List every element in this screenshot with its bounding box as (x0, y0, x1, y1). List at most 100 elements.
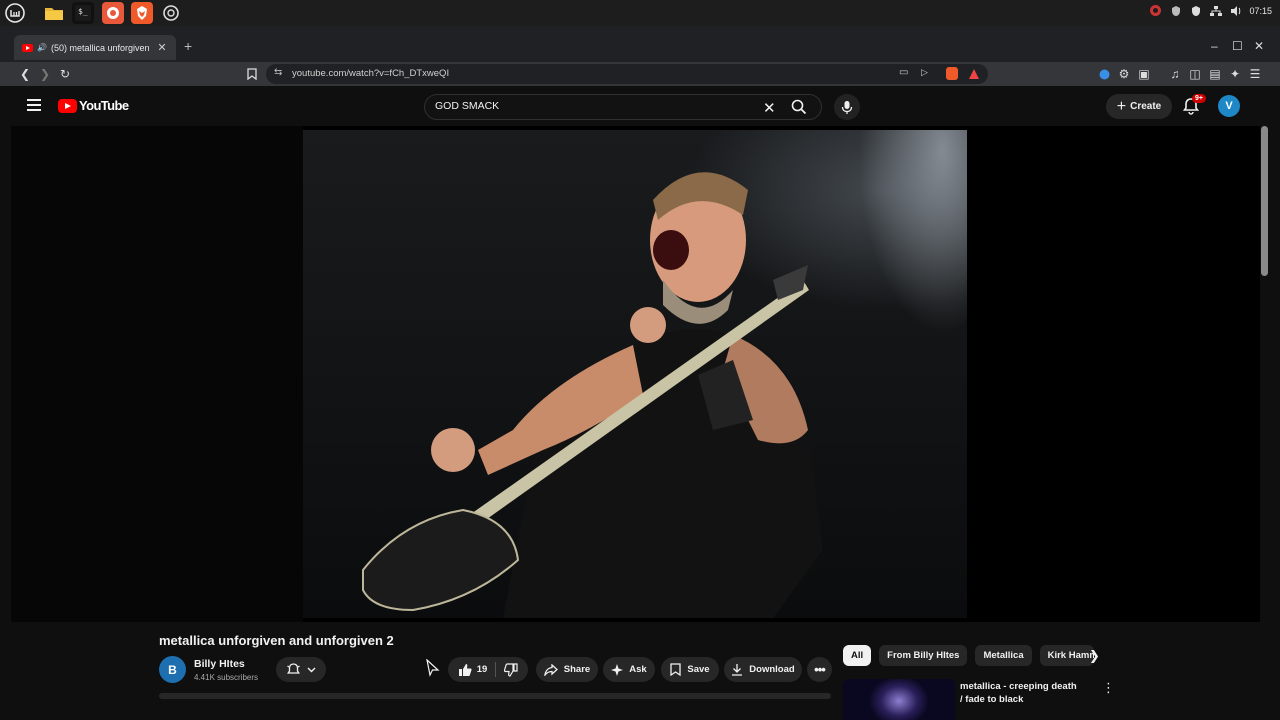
chip-kirk-hammett[interactable]: Kirk Hamm (1039, 645, 1094, 666)
mint-menu-icon[interactable] (4, 2, 26, 24)
chip-metallica[interactable]: Metallica (975, 645, 1032, 666)
media-icon[interactable]: ♫ (1167, 66, 1183, 82)
description-box[interactable] (159, 693, 831, 699)
like-dislike-group: 19 (448, 657, 528, 682)
menu-icon[interactable]: ☰ (1247, 66, 1263, 82)
new-tab-button[interactable]: + (184, 38, 192, 54)
vpn-icon[interactable] (1096, 66, 1112, 82)
youtube-logo-text: YouTube (79, 98, 129, 113)
subscribed-button[interactable] (276, 657, 326, 682)
create-button[interactable]: + Create (1106, 94, 1172, 119)
system-tray: 07:15 (1149, 4, 1272, 17)
maximize-icon[interactable]: ☐ (1232, 39, 1243, 53)
clock[interactable]: 07:15 (1249, 6, 1272, 16)
youtube-logo-icon (58, 98, 77, 113)
ask-button[interactable]: Ask (603, 657, 655, 682)
channel-name[interactable]: Billy HItes (194, 658, 245, 670)
share-icon (544, 663, 558, 676)
files-icon[interactable] (43, 2, 65, 24)
dislike-button[interactable] (504, 662, 518, 677)
firefox-icon[interactable] (102, 2, 124, 24)
video-title: metallica unforgiven and unforgiven 2 (159, 633, 394, 648)
player-letterbox (11, 126, 303, 622)
chevron-down-icon (307, 667, 316, 672)
tab-youtube[interactable]: 🔊 (50) metallica unforgiven a ✕ (14, 35, 176, 60)
chip-from-channel[interactable]: From Billy HItes (879, 645, 968, 666)
address-bar[interactable]: ⇆ youtube.com/watch?v=fCh_DTxweQI ▭ ▷ (266, 64, 988, 84)
browser-tabstrip: 🔊 (50) metallica unforgiven a ✕ + – ☐ ✕ (0, 26, 1280, 62)
recommendation-title[interactable]: metallica - creeping death / fade to bla… (960, 680, 1080, 706)
like-button[interactable]: 19 (458, 663, 488, 677)
voice-search-button[interactable] (834, 94, 860, 120)
leo-ai-icon[interactable]: ✦ (1227, 66, 1243, 82)
svg-text:$_: $_ (78, 7, 88, 16)
close-window-icon[interactable]: ✕ (1254, 39, 1264, 53)
search-input[interactable] (435, 100, 755, 112)
chip-all[interactable]: All (843, 645, 872, 666)
reload-icon[interactable]: ↻ (57, 66, 73, 82)
terminal-icon[interactable]: $_ (72, 2, 94, 24)
youtube-masthead: YouTube ✕ + Create 9+ V (0, 86, 1280, 126)
youtube-logo[interactable]: YouTube (58, 98, 129, 113)
thumbs-up-icon (458, 663, 472, 676)
save-label: Save (687, 664, 710, 675)
microphone-icon (841, 100, 853, 114)
back-icon[interactable]: ❮ (17, 66, 33, 82)
save-button[interactable]: Save (661, 657, 719, 682)
audio-playing-icon[interactable]: 🔊 (37, 43, 47, 52)
brave-icon[interactable] (131, 2, 153, 24)
download-button[interactable]: Download (724, 657, 802, 682)
divider (495, 662, 497, 677)
related-filter-chips: All From Billy HItes Metallica Kirk Hamm (843, 645, 1094, 666)
bookmark-icon[interactable] (244, 66, 260, 82)
update-shield-icon[interactable] (1189, 4, 1202, 17)
volume-icon[interactable] (1229, 4, 1242, 17)
search-box[interactable]: ✕ (424, 94, 822, 120)
play-icon[interactable]: ▷ (921, 67, 928, 78)
site-info-icon[interactable]: ⇆ (274, 67, 282, 78)
account-avatar[interactable]: V (1218, 95, 1240, 117)
brave-shields-icon[interactable] (946, 67, 958, 80)
extensions-icon[interactable]: ⚙ (1116, 66, 1132, 82)
share-button[interactable]: Share (536, 657, 598, 682)
opera-gx-icon[interactable] (1149, 4, 1162, 17)
tab-title: (50) metallica unforgiven a (50, 42, 152, 53)
forward-icon[interactable]: ❯ (37, 66, 53, 82)
notification-bell-icon (287, 663, 300, 674)
page-scrollbar[interactable] (1261, 126, 1268, 276)
more-horizontal-icon: ••• (814, 662, 826, 677)
tab-close-icon[interactable]: ✕ (156, 41, 168, 54)
ask-label: Ask (629, 664, 647, 675)
more-vertical-icon[interactable]: ⋮ (1102, 680, 1115, 696)
cast-icon[interactable]: ▭ (899, 67, 908, 78)
channel-avatar[interactable]: B (159, 656, 186, 683)
chromium-icon[interactable] (160, 2, 182, 24)
browser-toolbar: ❮ ❯ ↻ ⇆ youtube.com/watch?v=fCh_DTxweQI … (0, 62, 1280, 86)
like-count: 19 (476, 664, 488, 675)
os-taskbar: $_ 07:15 (0, 0, 1280, 26)
video-frame-image[interactable] (303, 130, 967, 618)
guide-menu-icon[interactable] (27, 99, 41, 111)
youtube-favicon-icon (22, 43, 33, 52)
plus-icon: + (1116, 97, 1127, 115)
shield-icon[interactable] (1169, 4, 1182, 17)
search-button[interactable] (777, 95, 821, 119)
chips-next-icon[interactable]: ❯ (1089, 648, 1100, 664)
network-icon[interactable] (1209, 4, 1222, 17)
channel-subscribers: 4.41K subscribers (194, 673, 259, 682)
notifications-badge: 9+ (1192, 94, 1206, 103)
clear-search-icon[interactable]: ✕ (763, 99, 776, 117)
sidebar-icon[interactable]: ◫ (1187, 66, 1203, 82)
download-icon (732, 664, 743, 676)
recommendation-thumbnail[interactable] (843, 679, 955, 720)
minimize-icon[interactable]: – (1211, 39, 1218, 53)
brave-rewards-icon[interactable] (968, 67, 980, 80)
screenshot-icon[interactable]: ▣ (1136, 66, 1152, 82)
guitarist-silhouette (362, 172, 823, 618)
url-text[interactable]: youtube.com/watch?v=fCh_DTxweQI (292, 68, 449, 79)
more-actions-button[interactable]: ••• (807, 657, 832, 682)
video-player[interactable] (11, 126, 1260, 622)
wallet-icon[interactable]: ▤ (1207, 66, 1223, 82)
share-label: Share (563, 664, 591, 675)
sparkle-icon (611, 663, 624, 676)
